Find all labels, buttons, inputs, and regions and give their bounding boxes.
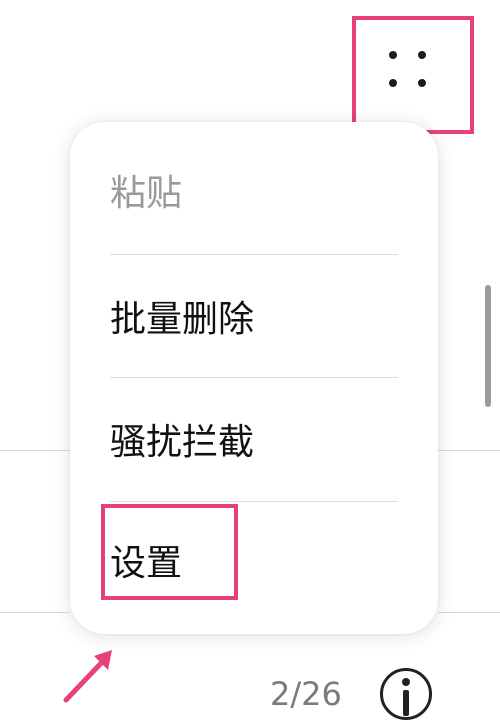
info-dot [402,678,410,686]
more-dots-icon [389,51,397,59]
more-dots-icon [389,79,397,87]
menu-item-batch-delete[interactable]: 批量删除 [110,298,400,342]
info-bar [403,690,409,716]
background-divider [438,450,500,451]
menu-divider [110,501,398,502]
menu-item-harassment-block[interactable]: 骚扰拦截 [110,421,400,465]
more-dots-icon [418,51,426,59]
background-divider [438,612,500,613]
menu-divider [110,254,398,255]
page-indicator: 2/26 [270,675,342,713]
more-dots-icon [418,79,426,87]
more-options-button[interactable] [352,16,474,134]
info-icon[interactable] [380,668,432,720]
pointer-arrow-icon [63,650,112,703]
scrollbar[interactable] [485,285,491,407]
menu-divider [110,377,398,378]
background-divider [0,450,70,451]
background-divider [0,612,70,613]
menu-item-paste[interactable]: 粘贴 [110,172,400,216]
settings-highlight-box [101,504,238,600]
